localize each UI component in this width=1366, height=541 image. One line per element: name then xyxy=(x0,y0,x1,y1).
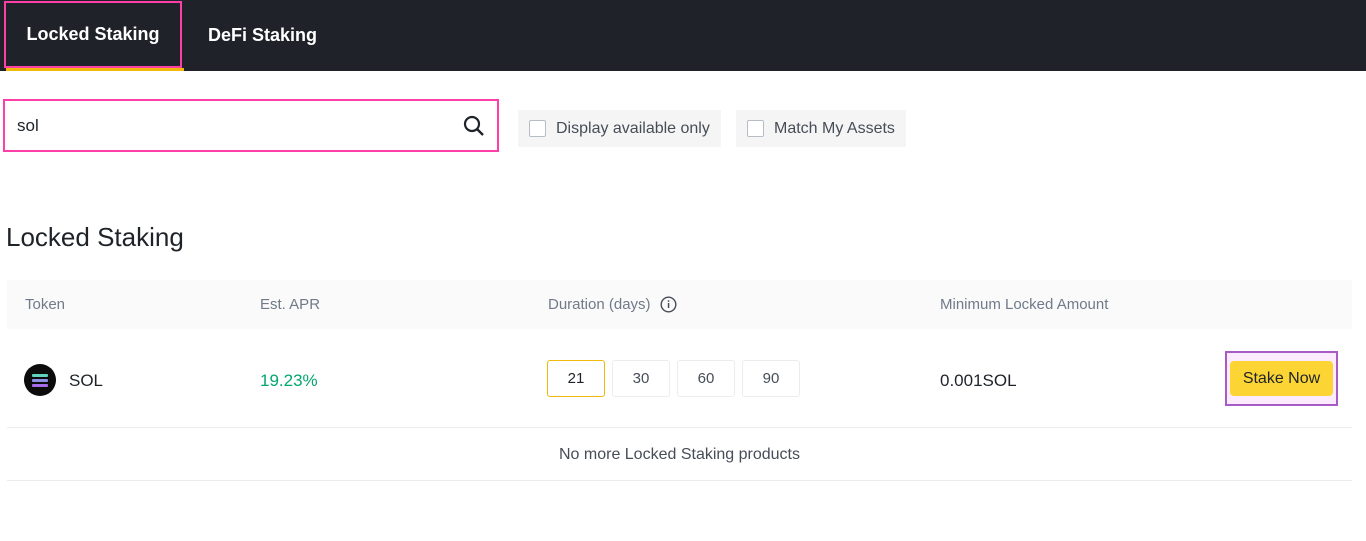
header-min-amount: Minimum Locked Amount xyxy=(940,296,1109,313)
table-header: Token Est. APR Duration (days) Minimum L… xyxy=(7,280,1352,329)
match-my-assets-checkbox[interactable]: Match My Assets xyxy=(736,110,906,147)
duration-option-30[interactable]: 30 xyxy=(612,360,670,397)
duration-option-90[interactable]: 90 xyxy=(742,360,800,397)
duration-option-21[interactable]: 21 xyxy=(547,360,605,397)
search-input[interactable] xyxy=(17,115,463,136)
display-available-only-checkbox[interactable]: Display available only xyxy=(518,110,721,147)
search-icon[interactable] xyxy=(463,115,485,137)
checkbox-box[interactable] xyxy=(529,120,546,137)
stake-now-button[interactable]: Stake Now xyxy=(1230,361,1333,396)
info-icon[interactable] xyxy=(660,296,677,313)
tab-label: DeFi Staking xyxy=(207,25,318,45)
tab-defi-staking[interactable]: DeFi Staking xyxy=(190,0,335,71)
section-title: Locked Staking xyxy=(6,222,184,252)
sol-coin-icon xyxy=(24,364,56,396)
checkbox-box[interactable] xyxy=(747,120,764,137)
apr-value: 19.23% xyxy=(260,371,318,390)
no-more-products: No more Locked Staking products xyxy=(7,429,1352,481)
header-apr: Est. APR xyxy=(260,296,321,313)
top-nav: Locked Staking DeFi Staking xyxy=(0,0,1366,71)
min-amount: 0.001SOL xyxy=(940,371,1017,390)
search-box xyxy=(3,99,499,152)
header-token: Token xyxy=(25,296,66,313)
tab-label: Locked Staking xyxy=(26,24,160,44)
duration-option-60[interactable]: 60 xyxy=(677,360,735,397)
stake-now-highlight: Stake Now xyxy=(1225,351,1338,406)
checkbox-label: Match My Assets xyxy=(774,119,895,137)
tab-locked-staking[interactable]: Locked Staking xyxy=(4,1,182,68)
active-tab-underline xyxy=(6,68,184,71)
token-name: SOL xyxy=(69,371,104,390)
header-duration: Duration (days) xyxy=(548,296,651,313)
table-row: SOL 19.23% 21 30 60 90 0.001SOL Stake No… xyxy=(7,330,1352,428)
checkbox-label: Display available only xyxy=(556,119,710,137)
